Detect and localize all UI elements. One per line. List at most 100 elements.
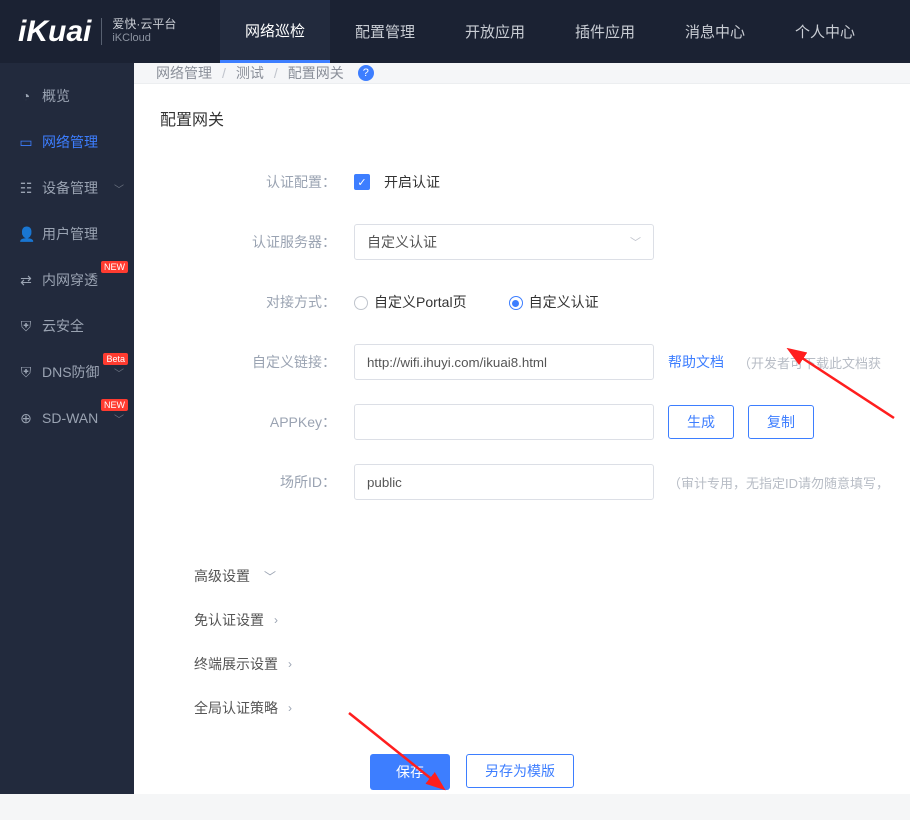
new-badge: NEW bbox=[101, 261, 128, 273]
sidebar-item-network[interactable]: ▭ 网络管理 bbox=[0, 119, 134, 165]
sidebar-item-sdwan[interactable]: ⊕ SD-WAN ﹀ NEW bbox=[0, 395, 134, 441]
sidebar-item-dns-defense[interactable]: ⛨ DNS防御 ﹀ Beta bbox=[0, 349, 134, 395]
sidebar-item-label: 云安全 bbox=[42, 316, 84, 336]
enable-auth-label: 开启认证 bbox=[384, 172, 440, 192]
new-badge: NEW bbox=[101, 399, 128, 411]
chevron-down-icon: ﹀ bbox=[114, 365, 124, 380]
section-label: 终端展示设置 bbox=[194, 654, 278, 674]
help-doc-hint: （开发者可下载此文档获 bbox=[738, 353, 881, 372]
sidebar-item-device[interactable]: ☷ 设备管理 ﹀ bbox=[0, 165, 134, 211]
sidebar-item-label: DNS防御 bbox=[42, 362, 100, 382]
top-nav-config[interactable]: 配置管理 bbox=[330, 0, 440, 63]
chevron-right-icon: › bbox=[288, 701, 292, 715]
top-nav-personal[interactable]: 个人中心 bbox=[770, 0, 880, 63]
top-nav-plugin[interactable]: 插件应用 bbox=[550, 0, 660, 63]
sidebar-item-cloud-security[interactable]: ⛨ 云安全 bbox=[0, 303, 134, 349]
main: 网络管理 / 测试 / 配置网关 ? 配置网关 认证配置： ✓ 开启认证 认证服… bbox=[134, 63, 910, 794]
logo-subtitle-cn: 爱快·云平台 bbox=[112, 18, 176, 32]
logo: iKuai bbox=[18, 15, 91, 49]
sidebar-item-label: 内网穿透 bbox=[42, 270, 98, 290]
row-docking: 对接方式： 自定义Portal页 自定义认证 bbox=[154, 284, 890, 320]
label-appkey: APPKey： bbox=[154, 412, 354, 432]
logo-subtitle: 爱快·云平台 iKCloud bbox=[101, 18, 176, 44]
auth-server-select[interactable]: 自定义认证 ﹀ bbox=[354, 224, 654, 260]
section-advanced[interactable]: 高级设置 ﹀ bbox=[154, 554, 890, 598]
label-docking: 对接方式： bbox=[154, 292, 354, 312]
label-auth-server: 认证服务器： bbox=[154, 232, 354, 252]
radio-label: 自定义认证 bbox=[529, 292, 599, 312]
nat-icon: ⇄ bbox=[18, 272, 34, 289]
breadcrumb: 网络管理 / 测试 / 配置网关 ? bbox=[134, 63, 910, 84]
section-label: 全局认证策略 bbox=[194, 698, 278, 718]
chevron-down-icon: ﹀ bbox=[114, 411, 124, 426]
help-doc-link[interactable]: 帮助文档 bbox=[668, 352, 724, 372]
sidebar-item-overview[interactable]: ◔ 概览 bbox=[0, 73, 134, 119]
overview-icon: ◔ bbox=[18, 88, 34, 104]
beta-badge: Beta bbox=[103, 353, 128, 365]
section-noauth[interactable]: 免认证设置 › bbox=[154, 598, 890, 642]
chevron-down-icon: ﹀ bbox=[264, 568, 276, 585]
section-terminal[interactable]: 终端展示设置 › bbox=[154, 642, 890, 686]
logo-subtitle-en: iKCloud bbox=[112, 32, 176, 45]
sdwan-icon: ⊕ bbox=[18, 410, 34, 427]
sidebar-item-users[interactable]: 👤 用户管理 bbox=[0, 211, 134, 257]
sidebar-item-label: 用户管理 bbox=[42, 224, 98, 244]
sidebar-item-label: 网络管理 bbox=[42, 132, 98, 152]
help-icon[interactable]: ? bbox=[358, 65, 374, 81]
label-auth-config: 认证配置： bbox=[154, 172, 354, 192]
content: 认证配置： ✓ 开启认证 认证服务器： 自定义认证 ﹀ 对接方式： bbox=[134, 148, 910, 820]
section-label: 高级设置 bbox=[194, 566, 250, 586]
breadcrumb-item: 配置网关 bbox=[288, 63, 344, 83]
save-button[interactable]: 保存 bbox=[370, 754, 450, 790]
radio-icon bbox=[354, 296, 368, 310]
copy-button[interactable]: 复制 bbox=[748, 405, 814, 439]
custom-link-input[interactable] bbox=[354, 344, 654, 380]
venue-input[interactable] bbox=[354, 464, 654, 500]
footer-buttons: 保存 另存为模版 bbox=[154, 754, 890, 790]
top-nav: 网络巡检 配置管理 开放应用 插件应用 消息中心 个人中心 bbox=[220, 0, 880, 63]
sidebar-item-label: 概览 bbox=[42, 86, 70, 106]
save-as-template-button[interactable]: 另存为模版 bbox=[466, 754, 574, 788]
radio-icon bbox=[509, 296, 523, 310]
sidebar-item-nat[interactable]: ⇄ 内网穿透 NEW bbox=[0, 257, 134, 303]
page-title: 配置网关 bbox=[134, 84, 910, 148]
row-custom-link: 自定义链接： 帮助文档 （开发者可下载此文档获 bbox=[154, 344, 890, 380]
label-venue: 场所ID： bbox=[154, 472, 354, 492]
top-nav-messages[interactable]: 消息中心 bbox=[660, 0, 770, 63]
section-label: 免认证设置 bbox=[194, 610, 264, 630]
radio-custom-auth[interactable]: 自定义认证 bbox=[509, 292, 599, 312]
breadcrumb-item[interactable]: 网络管理 bbox=[156, 63, 212, 83]
row-auth-config: 认证配置： ✓ 开启认证 bbox=[154, 164, 890, 200]
top-nav-open-app[interactable]: 开放应用 bbox=[440, 0, 550, 63]
shield-icon: ⛨ bbox=[18, 318, 34, 335]
chevron-down-icon: ﹀ bbox=[630, 234, 641, 250]
top-nav-network-inspect[interactable]: 网络巡检 bbox=[220, 0, 330, 63]
venue-hint: （审计专用，无指定ID请勿随意填写， bbox=[668, 473, 889, 492]
logo-block: iKuai 爱快·云平台 iKCloud bbox=[18, 15, 220, 49]
sidebar: ◔ 概览 ▭ 网络管理 ☷ 设备管理 ﹀ 👤 用户管理 ⇄ 内网穿透 NEW ⛨… bbox=[0, 63, 134, 794]
chevron-right-icon: › bbox=[274, 613, 278, 627]
radio-portal[interactable]: 自定义Portal页 bbox=[354, 292, 467, 312]
radio-label: 自定义Portal页 bbox=[374, 292, 467, 312]
chevron-right-icon: › bbox=[288, 657, 292, 671]
users-icon: 👤 bbox=[18, 226, 34, 243]
sidebar-item-label: 设备管理 bbox=[42, 178, 98, 198]
breadcrumb-sep: / bbox=[222, 65, 226, 81]
breadcrumb-item[interactable]: 测试 bbox=[236, 63, 264, 83]
row-auth-server: 认证服务器： 自定义认证 ﹀ bbox=[154, 224, 890, 260]
breadcrumb-sep: / bbox=[274, 65, 278, 81]
row-venue: 场所ID： （审计专用，无指定ID请勿随意填写， bbox=[154, 464, 890, 500]
sidebar-item-label: SD-WAN bbox=[42, 410, 98, 426]
label-custom-link: 自定义链接： bbox=[154, 352, 354, 372]
select-value: 自定义认证 bbox=[367, 232, 437, 252]
generate-button[interactable]: 生成 bbox=[668, 405, 734, 439]
topbar: iKuai 爱快·云平台 iKCloud 网络巡检 配置管理 开放应用 插件应用… bbox=[0, 0, 910, 63]
appkey-input[interactable] bbox=[354, 404, 654, 440]
enable-auth-checkbox[interactable]: ✓ bbox=[354, 174, 370, 190]
section-global-auth[interactable]: 全局认证策略 › bbox=[154, 686, 890, 730]
chevron-down-icon: ﹀ bbox=[114, 181, 124, 196]
device-icon: ☷ bbox=[18, 180, 34, 197]
network-icon: ▭ bbox=[18, 134, 34, 151]
dns-icon: ⛨ bbox=[18, 364, 34, 381]
row-appkey: APPKey： 生成 复制 bbox=[154, 404, 890, 440]
